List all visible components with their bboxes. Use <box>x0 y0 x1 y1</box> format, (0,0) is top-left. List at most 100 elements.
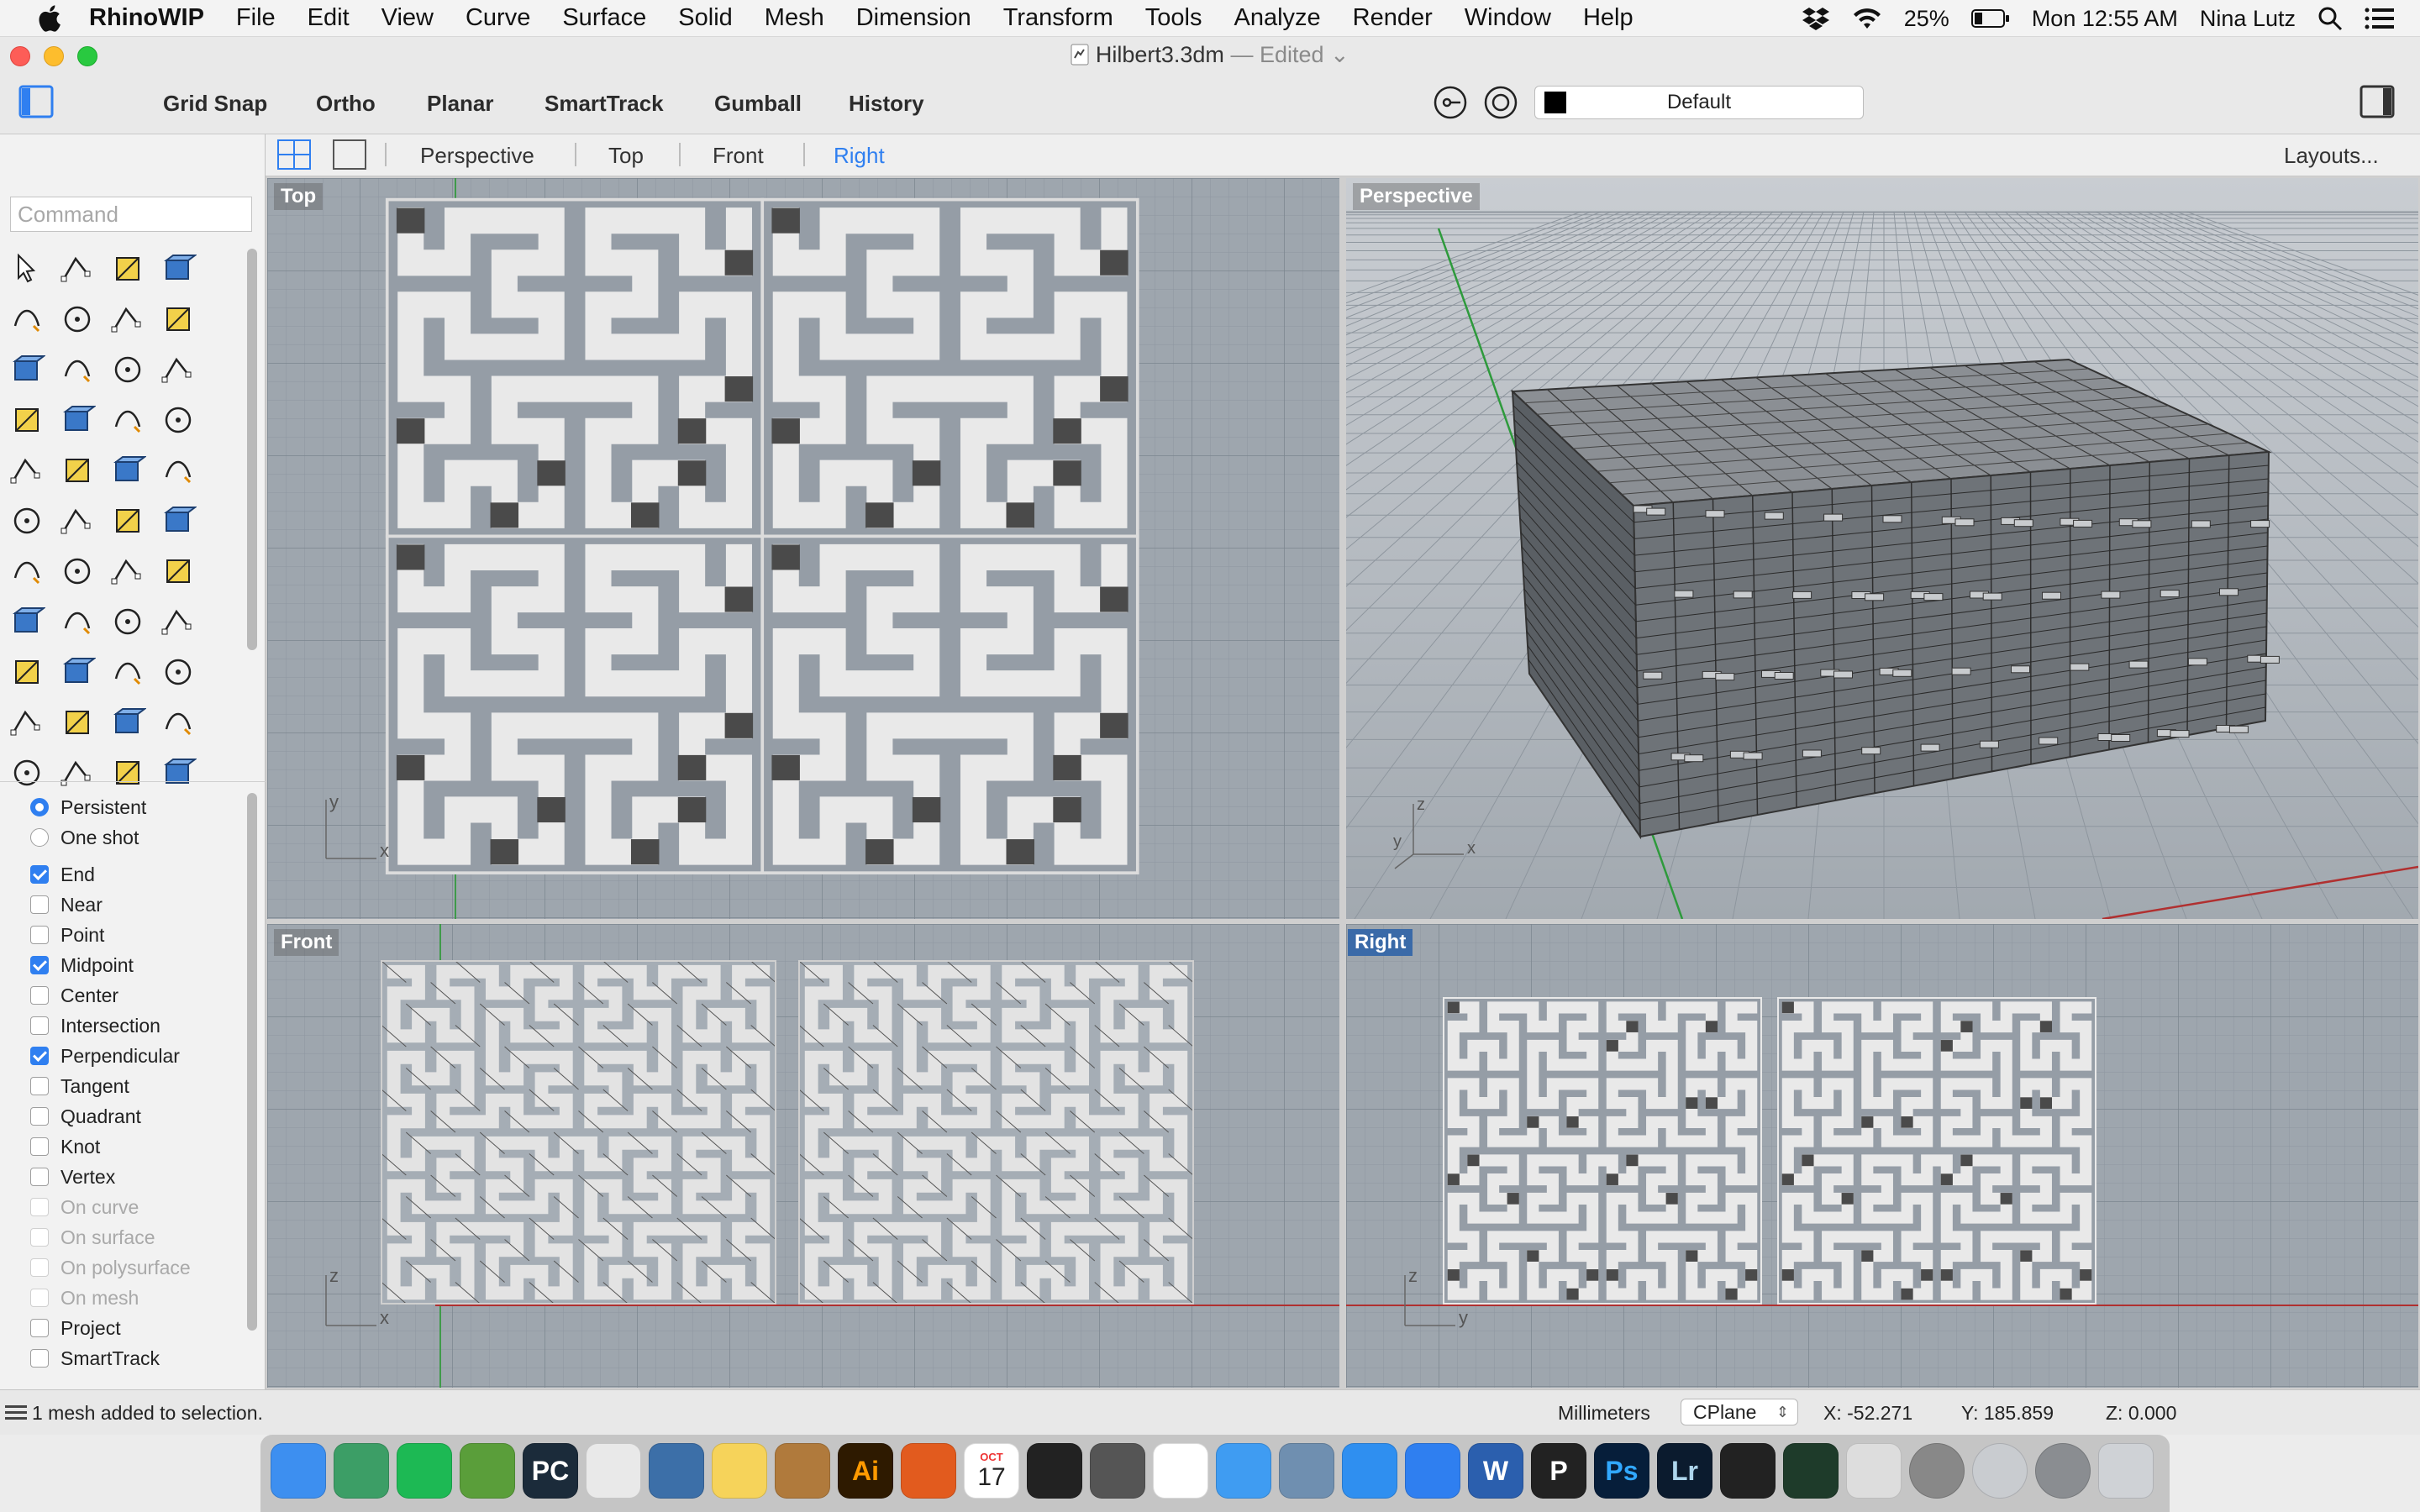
dock-processing-icon[interactable] <box>1720 1443 1776 1499</box>
osnap-tangent-checkbox[interactable]: Tangent <box>30 1074 129 1099</box>
layer-dropdown[interactable]: Default <box>1534 86 1864 119</box>
polyline-tool-icon[interactable] <box>109 250 146 287</box>
hilbert-mesh-top[interactable] <box>385 197 1139 874</box>
split-tool-icon[interactable] <box>160 452 197 489</box>
viewport-label-right[interactable]: Right <box>1348 929 1413 956</box>
menu-window[interactable]: Window <box>1465 4 1551 32</box>
viewport-right[interactable]: z y Right <box>1346 924 2418 1388</box>
cplane-dropdown[interactable]: CPlane ⇕ <box>1681 1399 1798 1425</box>
top-viewport-canvas[interactable]: y x <box>267 178 1339 919</box>
grid-snap-button[interactable]: Grid Snap <box>163 91 267 117</box>
dropbox-icon[interactable] <box>1802 6 1830 31</box>
align-tool-icon[interactable] <box>160 603 197 640</box>
osnap-project-checkbox[interactable]: Project <box>30 1315 121 1341</box>
blend-tool-icon[interactable] <box>160 502 197 539</box>
dock-pycharm-icon[interactable]: PC <box>523 1443 578 1499</box>
spotlight-search-icon[interactable] <box>2317 6 2343 31</box>
osnap-vertex-checkbox[interactable]: Vertex <box>30 1164 115 1189</box>
osnap-center-checkbox[interactable]: Center <box>30 983 118 1008</box>
dock-python-icon[interactable] <box>649 1443 704 1499</box>
trim-tool-icon[interactable] <box>109 452 146 489</box>
dock-photos-icon[interactable] <box>1153 1443 1208 1499</box>
dock-atom-icon[interactable] <box>334 1443 389 1499</box>
menu-tools[interactable]: Tools <box>1145 4 1202 32</box>
sphere-boolean-tool-icon[interactable] <box>59 402 96 438</box>
tab-top[interactable]: Top <box>608 143 644 169</box>
menu-curve[interactable]: Curve <box>466 4 530 32</box>
four-viewports-icon[interactable] <box>277 139 311 170</box>
dock-github-icon[interactable] <box>1027 1443 1082 1499</box>
dock-messages-icon[interactable] <box>1216 1443 1271 1499</box>
cube-select-tool-icon[interactable] <box>8 603 45 640</box>
history-button[interactable]: History <box>849 91 924 117</box>
group-tool-icon[interactable] <box>59 502 96 539</box>
check-tool-icon[interactable] <box>59 654 96 690</box>
perspective-viewport-canvas[interactable]: z y x <box>1346 178 2418 919</box>
plane-surface-tool-icon[interactable] <box>160 402 197 438</box>
explode-parts-tool-icon[interactable] <box>160 754 197 791</box>
grid-array-tool-icon[interactable] <box>109 603 146 640</box>
menu-transform[interactable]: Transform <box>1003 4 1113 32</box>
wifi-icon[interactable] <box>1852 7 1882 30</box>
dock-illustrator-icon[interactable]: Ai <box>838 1443 893 1499</box>
shade-tool-icon[interactable] <box>109 654 146 690</box>
tab-right[interactable]: Right <box>834 143 885 169</box>
apple-menu-icon[interactable] <box>34 3 67 34</box>
dock-pages-icon[interactable]: P <box>1531 1443 1586 1499</box>
rotate-view-tool-icon[interactable] <box>8 754 45 791</box>
menu-dimension[interactable]: Dimension <box>856 4 971 32</box>
single-viewport-icon[interactable] <box>333 139 366 170</box>
osnap-midpoint-checkbox[interactable]: Midpoint <box>30 953 134 978</box>
inspector-panel-toggle-icon[interactable] <box>2360 84 2395 119</box>
tool-palette-scrollbar[interactable] <box>247 249 257 650</box>
title-chevron-down-icon[interactable]: ⌄ <box>1330 42 1349 67</box>
arc-tool-tool-icon[interactable] <box>109 502 146 539</box>
texture-tool-icon[interactable] <box>109 754 146 791</box>
viewport-label-perspective[interactable]: Perspective <box>1353 183 1480 210</box>
menu-app-name[interactable]: RhinoWIP <box>89 4 204 32</box>
paint-tool-icon[interactable] <box>160 654 197 690</box>
dock-evernote-icon[interactable] <box>460 1443 515 1499</box>
osnap-knot-checkbox[interactable]: Knot <box>30 1134 100 1159</box>
surface-edge-tool-icon[interactable] <box>109 351 146 388</box>
menu-solid[interactable]: Solid <box>678 4 733 32</box>
menu-view[interactable]: View <box>381 4 434 32</box>
text-tool-icon[interactable] <box>8 553 45 590</box>
array-gumball-tool-icon[interactable] <box>109 553 146 590</box>
osnap-oneshot-radio[interactable]: One shot <box>30 825 139 850</box>
arc-tool-icon[interactable] <box>109 301 146 338</box>
osnap-toggle-icon[interactable] <box>1432 84 1469 121</box>
layouts-button[interactable]: Layouts... <box>2284 143 2379 169</box>
front-viewport-canvas[interactable]: z x <box>267 924 1339 1388</box>
viewport-label-front[interactable]: Front <box>274 929 339 956</box>
zoom-tool-icon[interactable] <box>8 704 45 741</box>
dock-rhino-wip-icon[interactable] <box>1846 1443 1902 1499</box>
osnap-intersection-checkbox[interactable]: Intersection <box>30 1013 160 1038</box>
dock-finder-icon[interactable] <box>271 1443 326 1499</box>
smarttrack-button[interactable]: SmartTrack <box>544 91 664 117</box>
dock-matlab-icon[interactable] <box>901 1443 956 1499</box>
fillet-curve-tool-icon[interactable] <box>59 351 96 388</box>
dock-word-icon[interactable]: W <box>1468 1443 1523 1499</box>
target-icon[interactable] <box>1482 84 1519 121</box>
menu-mesh[interactable]: Mesh <box>765 4 824 32</box>
viewport-top[interactable]: y x Top <box>267 178 1339 919</box>
menu-analyze[interactable]: Analyze <box>1234 4 1320 32</box>
sidebar-toggle-icon[interactable] <box>18 84 54 119</box>
osnap-quadrant-checkbox[interactable]: Quadrant <box>30 1104 141 1129</box>
command-input[interactable] <box>10 197 252 232</box>
osnap-perpendicular-checkbox[interactable]: Perpendicular <box>30 1043 180 1068</box>
viewport-front[interactable]: z x Front <box>267 924 1339 1388</box>
dock-activity-monitor-icon[interactable] <box>1783 1443 1839 1499</box>
dock-lightroom-icon[interactable]: Lr <box>1657 1443 1712 1499</box>
polygon-tool-icon[interactable] <box>8 351 45 388</box>
scale-tool-icon[interactable] <box>59 553 96 590</box>
osnap-near-checkbox[interactable]: Near <box>30 892 103 917</box>
extrude-tool-icon[interactable] <box>8 654 45 690</box>
gumball-button[interactable]: Gumball <box>714 91 802 117</box>
gear-move-tool-icon[interactable] <box>8 452 45 489</box>
dock-launchpad-icon[interactable] <box>1972 1443 2028 1499</box>
explode-tool-icon[interactable] <box>59 452 96 489</box>
menu-clock[interactable]: Mon 12:55 AM <box>2032 6 2178 32</box>
viewport-label-top[interactable]: Top <box>274 183 324 210</box>
